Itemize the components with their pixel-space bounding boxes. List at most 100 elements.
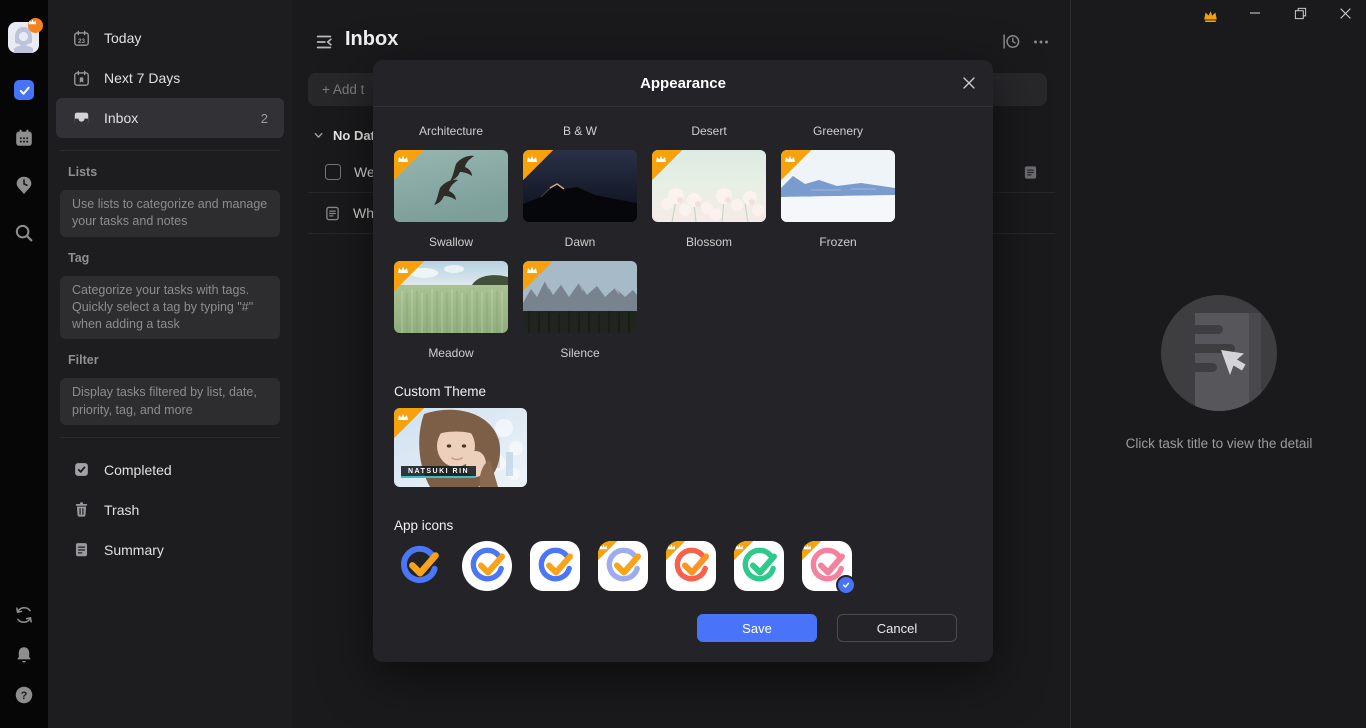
sidebar-divider [60,150,280,151]
upgrade-premium-button[interactable] [1195,3,1225,29]
rail-notifications-button[interactable] [13,644,35,666]
minimize-button[interactable] [1240,0,1270,26]
ticktick-logo-icon [671,546,711,586]
sidebar: 23 Today Next 7 Days Inbox 2 Lists Use l… [48,0,292,728]
sidebar-divider [60,437,280,438]
avatar[interactable] [8,22,39,53]
rail-sync-button[interactable] [13,604,35,626]
theme-label[interactable]: Silence [523,346,637,360]
blossom-theme-image [652,150,766,222]
crown-icon [28,18,37,26]
inbox-icon [72,109,91,128]
theme-label[interactable]: Meadow [394,346,508,360]
app-icon-option-green-premium[interactable] [734,541,784,591]
more-options-button[interactable] [1030,31,1052,53]
section-title-filter[interactable]: Filter [68,353,292,367]
section-title-lists[interactable]: Lists [68,165,292,179]
meadow-theme-image [394,261,508,333]
theme-names-row-2: Meadow Silence [394,346,972,360]
app-window: ? 23 Today Next 7 Days [0,0,1366,728]
theme-label[interactable]: Swallow [394,235,508,249]
sidebar-item-trash[interactable]: Trash [56,490,284,530]
theme-label[interactable]: Blossom [652,235,766,249]
sidebar-item-label: Completed [104,462,172,478]
dialog-body: Architecture B & W Desert Greenery [373,124,993,642]
theme-labels-row-cutoff: Architecture B & W Desert Greenery [394,124,972,138]
sidebar-item-label: Summary [104,542,164,558]
sidebar-item-label: Today [104,30,141,46]
theme-label[interactable]: B & W [523,124,637,138]
ticktick-logo-icon [397,544,441,588]
dialog-footer: Save Cancel [394,614,972,642]
sidebar-item-today[interactable]: 23 Today [56,18,284,58]
theme-thumbnail-meadow[interactable] [394,261,508,333]
app-icon-option-blue-plain[interactable] [394,541,444,591]
theme-thumbnail-swallow[interactable] [394,150,508,222]
sidebar-item-inbox[interactable]: Inbox 2 [56,98,284,138]
sidebar-item-completed[interactable]: Completed [56,450,284,490]
chevron-down-icon [313,130,324,141]
task-activities-button[interactable] [1000,31,1022,53]
close-icon [962,76,976,90]
clock-history-icon [1000,31,1022,53]
trash-icon [72,500,91,519]
filter-hint: Display tasks filtered by list, date, pr… [60,378,280,425]
task-checkbox[interactable] [325,164,341,180]
search-icon [13,222,35,244]
theme-row-1 [394,150,972,222]
sidebar-item-label: Trash [104,502,139,518]
sidebar-item-summary[interactable]: Summary [56,530,284,570]
silence-theme-image [523,261,637,333]
app-icon-option-blue-square-tile[interactable] [530,541,580,591]
rail-search-button[interactable] [13,222,35,244]
save-button[interactable]: Save [697,614,817,642]
close-window-button[interactable] [1330,0,1360,26]
theme-label[interactable]: Desert [652,124,766,138]
check-icon [18,84,31,97]
restore-icon [1294,7,1307,20]
dawn-theme-image [523,150,637,222]
ticktick-logo-icon [535,546,575,586]
custom-theme-thumbnail[interactable]: NATSUKI RIN [394,408,527,487]
rail-calendar-button[interactable] [13,127,35,149]
theme-label[interactable]: Architecture [394,124,508,138]
add-task-placeholder: + Add t [322,82,364,97]
header-actions [1000,31,1052,53]
theme-thumbnail-blossom[interactable] [652,150,766,222]
app-icon-option-pink-premium-selected[interactable] [802,541,852,591]
selected-check-badge [836,575,856,595]
sidebar-item-next-7-days[interactable]: Next 7 Days [56,58,284,98]
app-icon-option-periwinkle-premium[interactable] [598,541,648,591]
sidebar-item-label: Inbox [104,110,138,126]
theme-thumbnail-silence[interactable] [523,261,637,333]
collapse-sidebar-icon [313,31,335,53]
custom-theme-caption: NATSUKI RIN [401,466,476,478]
app-icon-option-coral-premium[interactable] [666,541,716,591]
empty-state-hint: Click task title to view the detail [1071,436,1366,451]
theme-label[interactable]: Frozen [781,235,895,249]
restore-button[interactable] [1285,0,1315,26]
cancel-button[interactable]: Cancel [837,614,957,642]
rail-tasks-button[interactable] [14,80,34,100]
collapse-sidebar-button[interactable] [313,31,335,53]
section-title-tag[interactable]: Tag [68,251,292,265]
theme-thumbnail-dawn[interactable] [523,150,637,222]
dialog-close-button[interactable] [959,73,979,93]
completed-checkbox-icon [72,460,91,479]
group-header-no-date[interactable]: No Date [313,128,382,143]
minimize-icon [1249,7,1261,19]
app-icon-option-blue-circle-tile[interactable] [462,541,512,591]
theme-label[interactable]: Greenery [781,124,895,138]
dialog-header: Appearance [373,60,993,107]
bell-icon [13,644,35,666]
rail-help-button[interactable]: ? [13,684,35,706]
app-icons-row [394,540,972,592]
question-icon: ? [13,684,35,706]
theme-label[interactable]: Dawn [523,235,637,249]
summary-doc-icon [72,540,91,559]
theme-thumbnail-frozen[interactable] [781,150,895,222]
rail-focus-button[interactable] [13,174,35,196]
frozen-theme-image [781,150,895,222]
sync-icon [13,604,35,626]
calendar-today-icon: 23 [72,29,91,48]
